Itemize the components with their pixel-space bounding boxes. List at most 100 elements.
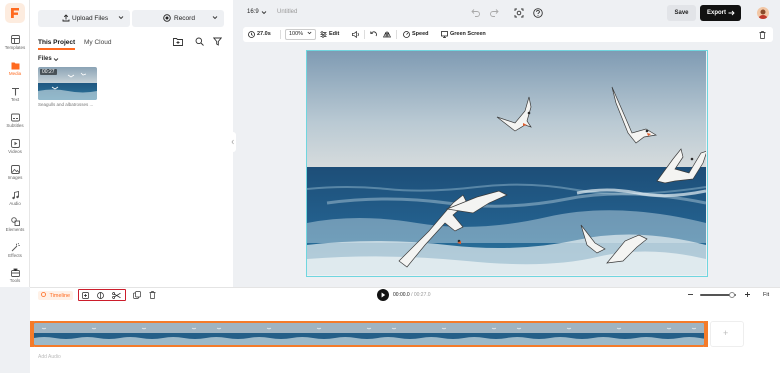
chevron-down-icon[interactable] xyxy=(212,15,218,20)
record-icon xyxy=(163,14,171,22)
chevron-down-icon xyxy=(53,58,59,62)
tab-my-cloud[interactable]: My Cloud xyxy=(84,39,111,46)
search-icon[interactable] xyxy=(195,37,204,46)
rail-item-elements[interactable]: Elements xyxy=(0,215,30,237)
rail-item-videos[interactable]: Videos xyxy=(0,137,30,159)
chevron-down-icon xyxy=(307,31,312,35)
record-label: Record xyxy=(174,14,195,22)
rail-item-media[interactable]: Media xyxy=(0,59,30,81)
media-icon xyxy=(11,62,19,70)
help-icon[interactable] xyxy=(533,8,543,18)
video-clip[interactable] xyxy=(32,321,706,347)
media-thumbnail[interactable]: 00:27 xyxy=(38,67,97,100)
chevron-down-icon xyxy=(261,11,267,15)
screenshot-icon[interactable] xyxy=(514,8,524,18)
panel-collapse-handle[interactable] xyxy=(230,132,236,152)
clip-frame xyxy=(378,323,421,345)
media-duration: 00:27 xyxy=(40,69,57,75)
clip-frame xyxy=(77,323,120,345)
avatar[interactable] xyxy=(757,7,769,19)
split-icon[interactable] xyxy=(82,292,89,299)
edit-button[interactable]: Edit xyxy=(320,30,340,38)
rail-label: Text xyxy=(10,97,20,102)
clip-frame xyxy=(335,323,378,345)
play-icon xyxy=(381,292,386,298)
speed-button[interactable]: Speed xyxy=(403,30,429,38)
green-screen-button[interactable]: Green Screen xyxy=(441,30,486,38)
clip-frame xyxy=(120,323,163,345)
green-screen-icon xyxy=(441,30,448,38)
audio-track-placeholder[interactable]: Add Audio xyxy=(38,354,61,360)
freeze-frame-icon[interactable] xyxy=(97,292,104,299)
filter-icon[interactable] xyxy=(213,37,222,46)
rail-label: Effects xyxy=(8,253,22,258)
clip-tools-group xyxy=(78,289,126,301)
rail-label: Media xyxy=(8,71,22,76)
clip-frame xyxy=(464,323,507,345)
rotate-icon[interactable] xyxy=(370,31,377,38)
speed-label: Speed xyxy=(412,30,429,37)
aspect-ratio-select[interactable]: 16:9 xyxy=(247,9,267,15)
flip-icon[interactable] xyxy=(383,31,391,38)
undo-icon[interactable] xyxy=(471,8,481,17)
upload-icon xyxy=(62,14,70,22)
rail-item-subtitles[interactable]: Subtitles xyxy=(0,111,30,133)
export-button[interactable]: Export xyxy=(700,5,741,21)
clip-frame xyxy=(163,323,206,345)
tab-this-project[interactable]: This Project xyxy=(38,39,76,50)
rail-item-text[interactable]: Text xyxy=(0,85,30,107)
clip-frame xyxy=(206,323,249,345)
fit-button[interactable]: Fit xyxy=(763,292,769,298)
upload-files-label: Upload Files xyxy=(72,14,109,22)
aspect-ratio-value: 16:9 xyxy=(247,9,259,15)
redo-icon[interactable] xyxy=(489,8,499,17)
rail-label: Videos xyxy=(8,149,22,154)
effects-icon xyxy=(11,243,20,252)
rail-item-tools[interactable]: Tools xyxy=(0,266,30,288)
chevron-down-icon[interactable] xyxy=(118,15,124,20)
clip-frame xyxy=(421,323,464,345)
zoom-value: 100% xyxy=(289,31,304,37)
zoom-slider-handle[interactable] xyxy=(729,291,735,298)
audio-icon xyxy=(11,191,19,200)
trash-icon[interactable] xyxy=(759,30,766,39)
sliders-icon xyxy=(320,30,327,38)
duplicate-icon[interactable] xyxy=(133,291,141,299)
scissors-icon[interactable] xyxy=(112,292,121,299)
timeline-toggle[interactable]: Timeline xyxy=(38,291,74,300)
timeline-panel: Timeline 00:00.0 / 00:27.0 Fit + Add Aud… xyxy=(30,287,780,373)
upload-files-button[interactable]: Upload Files xyxy=(38,10,130,27)
timeline-icon xyxy=(41,292,46,297)
files-heading[interactable]: Files xyxy=(38,56,59,62)
zoom-select[interactable]: 100% xyxy=(285,29,316,40)
project-title[interactable]: Untitled xyxy=(277,9,297,15)
clip-frame xyxy=(550,323,593,345)
plus-icon: + xyxy=(723,328,729,338)
clip-frame xyxy=(292,323,335,345)
rail-item-templates[interactable]: Templates xyxy=(0,33,30,55)
play-button[interactable] xyxy=(377,289,389,301)
clip-frame xyxy=(636,323,679,345)
rail-item-audio[interactable]: Audio xyxy=(0,189,30,211)
rail-label: Templates xyxy=(4,45,26,50)
zoom-out-icon[interactable] xyxy=(687,291,694,298)
rail-item-effects[interactable]: Effects xyxy=(0,241,30,263)
volume-icon[interactable] xyxy=(352,31,360,38)
edit-label: Edit xyxy=(329,30,340,37)
record-button[interactable]: Record xyxy=(132,10,224,27)
video-preview[interactable] xyxy=(306,50,708,277)
clip-trim-handle-right[interactable] xyxy=(704,321,708,347)
save-button[interactable]: Save xyxy=(667,5,696,21)
clip-trim-handle-left[interactable] xyxy=(30,321,34,347)
new-folder-icon[interactable] xyxy=(173,37,183,46)
rail-item-images[interactable]: Images xyxy=(0,163,30,185)
divider xyxy=(396,30,397,39)
trash-icon[interactable] xyxy=(149,291,156,299)
arrow-right-icon xyxy=(728,10,735,16)
duration-control[interactable]: 27.0s xyxy=(248,31,271,38)
add-clip-button[interactable]: + xyxy=(710,321,744,347)
zoom-in-icon[interactable] xyxy=(744,291,751,298)
templates-icon xyxy=(10,35,20,44)
app-logo[interactable] xyxy=(5,3,25,23)
green-screen-label: Green Screen xyxy=(450,30,486,37)
